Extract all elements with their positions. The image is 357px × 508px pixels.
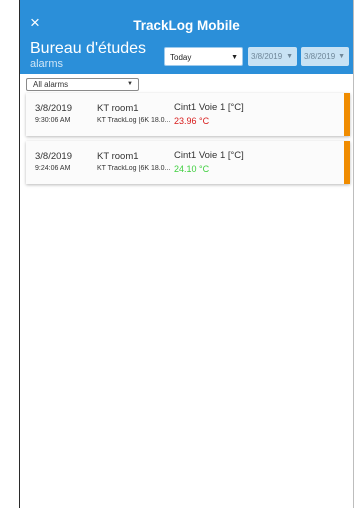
date-from-value: 3/8/2019 <box>251 52 283 61</box>
alarm-value: 24.10 °C <box>174 164 210 174</box>
date-to-value: 3/8/2019 <box>304 52 336 61</box>
date-from-select[interactable]: 3/8/2019 ▼ <box>248 47 297 66</box>
alarm-filter-value: All alarms <box>33 80 69 89</box>
alarm-card[interactable]: 3/8/2019 9:24:06 AM KT room1 KT TrackLog… <box>26 141 350 184</box>
period-select-value: Today <box>170 53 192 62</box>
alarm-filter-select[interactable]: All alarms ▼ <box>26 78 139 91</box>
app-header: × TrackLog Mobile Bureau d'études alarms… <box>20 0 353 74</box>
alarm-status-stripe <box>344 141 350 184</box>
alarm-channel: Cint1 Voie 1 [°C] <box>174 102 244 113</box>
chevron-down-icon: ▼ <box>231 54 238 61</box>
chevron-down-icon: ▼ <box>338 53 345 60</box>
alarm-room: KT room1 <box>97 151 139 162</box>
alarm-date: 3/8/2019 <box>35 103 72 114</box>
alarm-time: 9:24:06 AM <box>35 165 71 172</box>
period-select[interactable]: Today ▼ <box>164 47 243 66</box>
alarm-device: KT TrackLog [6K 18.0... <box>97 117 171 124</box>
chevron-down-icon: ▼ <box>127 81 133 87</box>
chevron-down-icon: ▼ <box>286 53 293 60</box>
alarm-device: KT TrackLog [6K 18.0... <box>97 165 171 172</box>
alarm-status-stripe <box>344 93 350 136</box>
alarm-channel: Cint1 Voie 1 [°C] <box>174 150 244 161</box>
alarm-date: 3/8/2019 <box>35 151 72 162</box>
alarm-room: KT room1 <box>97 103 139 114</box>
page-subtitle: alarms <box>30 58 64 70</box>
date-to-select[interactable]: 3/8/2019 ▼ <box>301 47 349 66</box>
alarm-card[interactable]: 3/8/2019 9:30:06 AM KT room1 KT TrackLog… <box>26 93 350 136</box>
app-frame: × TrackLog Mobile Bureau d'études alarms… <box>19 0 354 508</box>
app-title: TrackLog Mobile <box>133 18 240 33</box>
alarm-value: 23.96 °C <box>174 116 210 126</box>
site-title: Bureau d'études <box>30 40 147 57</box>
alarm-time: 9:30:06 AM <box>35 117 71 124</box>
